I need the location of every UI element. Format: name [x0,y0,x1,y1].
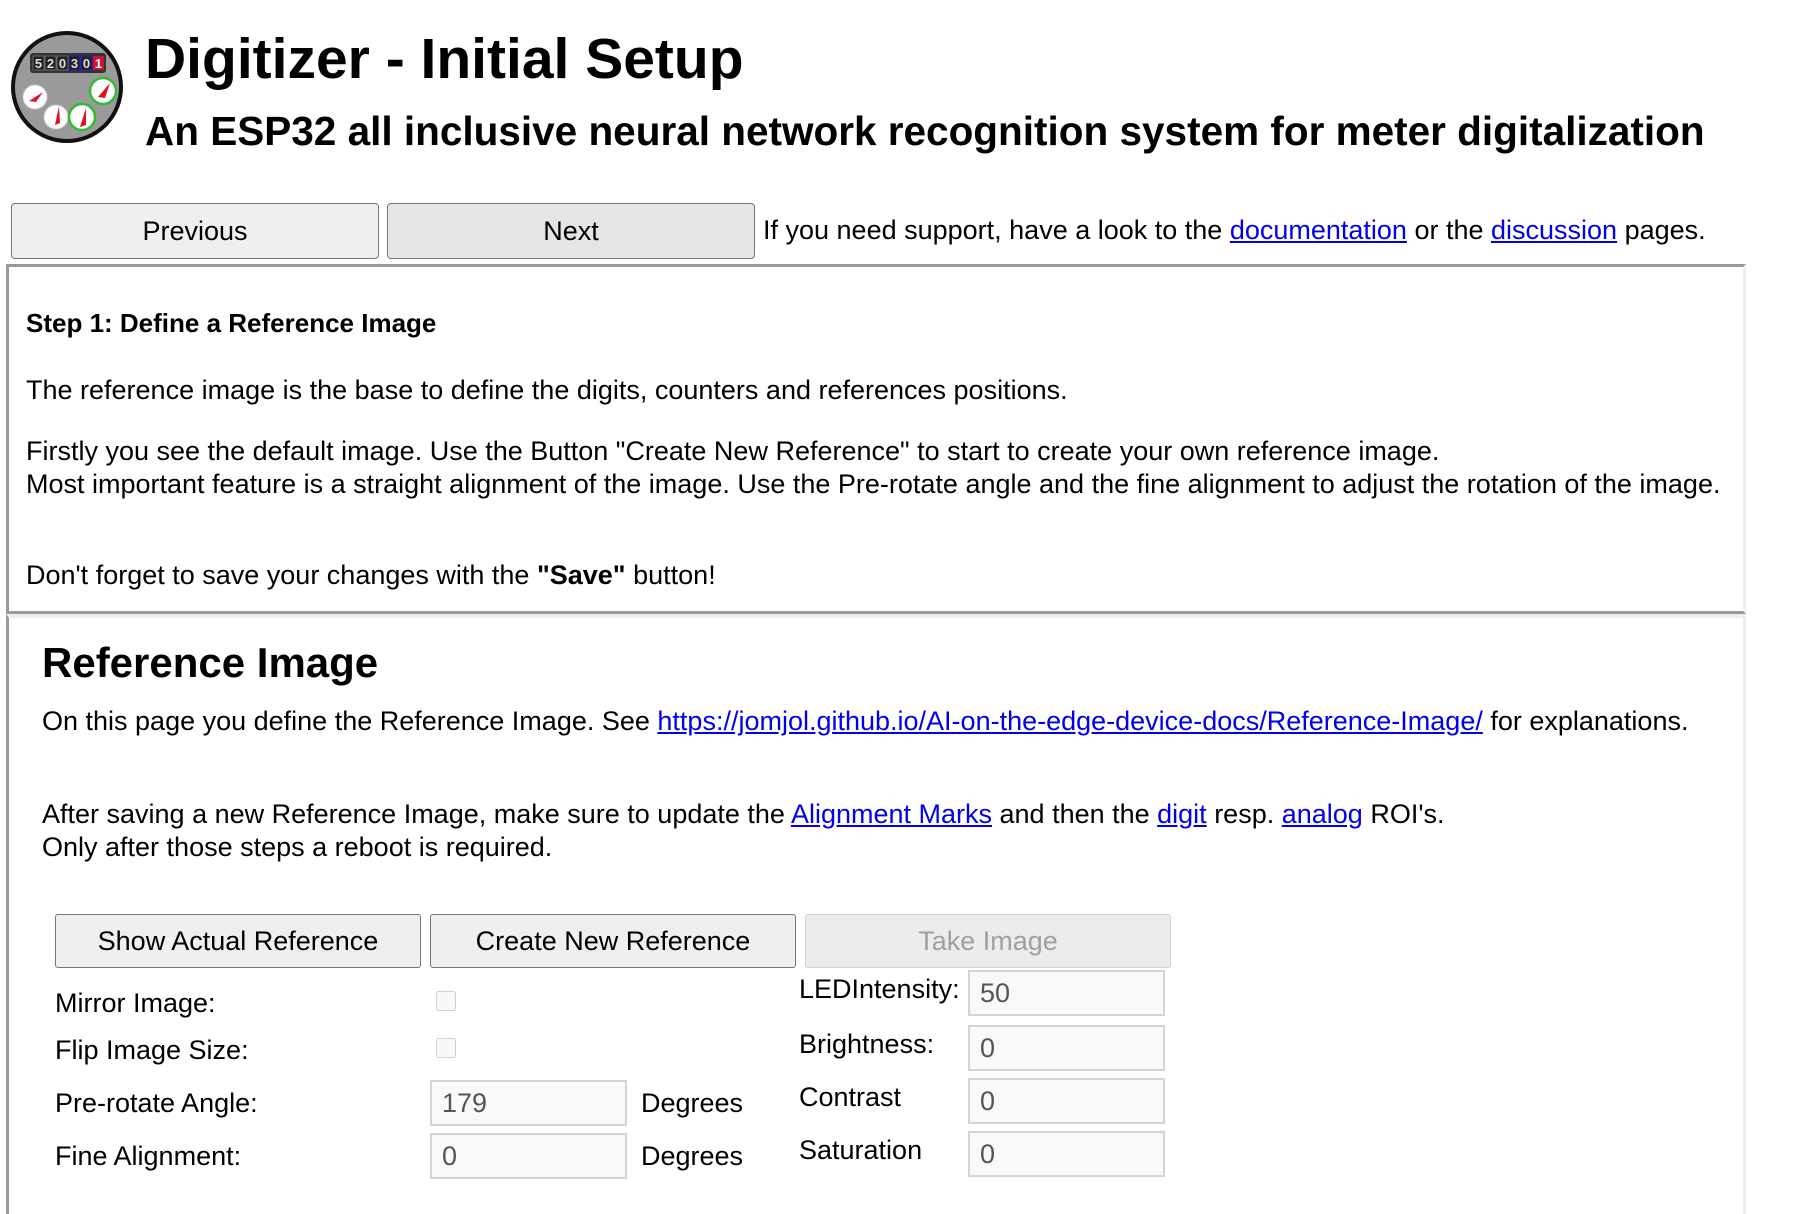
flip-image-size-label: Flip Image Size: [55,1035,249,1065]
ref-p2-line-2: Only after those steps a reboot is requi… [42,832,553,862]
page-subtitle: An ESP32 all inclusive neural network re… [145,108,1705,154]
step-instructions-box: Step 1: Define a Reference Image The ref… [6,264,1746,614]
show-actual-reference-button[interactable]: Show Actual Reference [55,914,421,968]
pre-rotate-unit: Degrees [641,1088,744,1118]
digit-link[interactable]: digit [1157,799,1207,829]
step-paragraph-2: Firstly you see the default image. Use t… [26,435,1726,501]
logo-digit: 0 [59,56,66,71]
led-intensity-label: LEDIntensity: [799,974,960,1004]
support-text-after: pages. [1617,215,1706,245]
water-meter-logo-icon: 5 2 0 3 0 1 [11,31,123,143]
fine-alignment-input[interactable] [430,1133,627,1179]
ref-p2-before: After saving a new Reference Image, make… [42,799,791,829]
documentation-link[interactable]: documentation [1230,215,1407,245]
fine-alignment-unit: Degrees [641,1141,744,1171]
reference-paragraph-2: After saving a new Reference Image, make… [42,798,1702,864]
step-paragraph-1: The reference image is the base to defin… [26,375,1068,405]
step-title: Step 1: Define a Reference Image [26,308,437,338]
reference-image-section: Reference Image On this page you define … [6,614,1746,1214]
contrast-input[interactable] [968,1078,1165,1124]
step-paragraph-2-line-2: Most important feature is a straight ali… [26,469,1721,499]
ref-p2-mid1: and then the [992,799,1158,829]
next-button[interactable]: Next [387,203,755,259]
saturation-label: Saturation [799,1135,923,1165]
step-paragraph-3: Don't forget to save your changes with t… [26,559,716,592]
take-image-button[interactable]: Take Image [805,914,1171,968]
pre-rotate-angle-input[interactable] [430,1080,627,1126]
logo-digit: 5 [35,56,42,71]
logo-digit: 1 [95,56,102,71]
create-new-reference-button[interactable]: Create New Reference [430,914,796,968]
previous-button[interactable]: Previous [11,203,379,259]
ref-p1-before: On this page you define the Reference Im… [42,706,658,736]
saturation-input[interactable] [968,1131,1165,1177]
step-paragraph-2-line-1: Firstly you see the default image. Use t… [26,436,1440,466]
reference-paragraph-1: On this page you define the Reference Im… [42,705,1702,738]
logo-digit: 3 [71,56,78,71]
mirror-image-label: Mirror Image: [55,988,216,1018]
brightness-label: Brightness: [799,1029,935,1059]
logo-digit: 0 [83,56,90,71]
reference-image-heading: Reference Image [42,639,379,686]
led-intensity-input[interactable] [968,970,1165,1016]
support-text-before: If you need support, have a look to the [763,215,1230,245]
step-p3-after: button! [625,560,716,590]
ref-p1-after: for explanations. [1482,706,1689,736]
discussion-link[interactable]: discussion [1491,215,1617,245]
analog-link[interactable]: analog [1282,799,1363,829]
pre-rotate-angle-label: Pre-rotate Angle: [55,1088,258,1118]
brightness-input[interactable] [968,1025,1165,1071]
page-title: Digitizer - Initial Setup [145,27,744,91]
flip-image-size-checkbox[interactable] [436,1038,456,1058]
support-text: If you need support, have a look to the … [763,213,1706,247]
support-text-middle: or the [1406,215,1491,245]
contrast-label: Contrast [799,1082,902,1112]
mirror-image-checkbox[interactable] [436,991,456,1011]
reference-docs-link[interactable]: https://jomjol.github.io/AI-on-the-edge-… [657,706,1482,736]
step-p3-before: Don't forget to save your changes with t… [26,560,537,590]
ref-p2-mid2: resp. [1206,799,1282,829]
save-emphasis: "Save" [536,560,626,590]
ref-p2-after: ROI's. [1362,799,1445,829]
logo-digit: 2 [47,56,54,71]
alignment-marks-link[interactable]: Alignment Marks [791,799,992,829]
fine-alignment-label: Fine Alignment: [55,1141,242,1171]
